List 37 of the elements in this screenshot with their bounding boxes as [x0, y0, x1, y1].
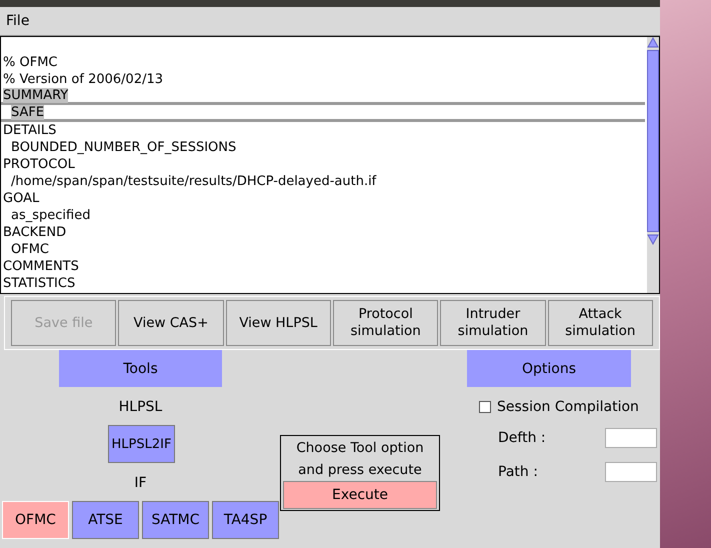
action-button[interactable]: Attack simulation — [548, 300, 653, 346]
output-line: COMMENTS — [3, 259, 79, 274]
checkbox-label: Session Compilation — [497, 399, 639, 415]
execute-button[interactable]: Execute — [283, 481, 437, 509]
output-line: BOUNDED_NUMBER_OF_SESSIONS — [11, 140, 236, 155]
output-line: OFMC — [11, 242, 50, 257]
scroll-thumb[interactable] — [647, 50, 659, 232]
execute-hint: Choose Tool option and press execute — [295, 439, 425, 480]
action-button[interactable]: Intruder simulation — [440, 300, 546, 346]
backend-button[interactable]: SATMC — [142, 501, 209, 539]
backend-button[interactable]: OFMC — [2, 501, 69, 539]
field-label: Path : — [497, 464, 539, 480]
output-label: IF — [133, 475, 148, 493]
output-line: % OFMC — [3, 55, 58, 70]
translator-button[interactable]: HLPSL2IF — [108, 425, 175, 463]
backend-button[interactable]: ATSE — [72, 501, 139, 539]
output-line: % Version of 2006/02/13 — [3, 72, 164, 87]
tools-header: Tools — [59, 350, 222, 387]
options-header: Options — [467, 350, 631, 387]
action-button[interactable]: View HLPSL — [226, 300, 331, 346]
backend-button[interactable]: TA4SP — [212, 501, 279, 539]
output-line: /home/span/span/testsuite/results/DHCP-delayed-auth.if — [11, 174, 376, 189]
field-label: Defth : — [497, 430, 547, 446]
action-button[interactable]: Protocol simulation — [332, 300, 438, 346]
menu-item[interactable]: File — [6, 13, 30, 29]
checkbox[interactable] — [479, 401, 491, 413]
output-line: STATISTICS — [3, 276, 76, 291]
output-line: PROTOCOL — [3, 157, 75, 172]
output-line: DETAILS — [3, 123, 56, 138]
input-field[interactable] — [605, 462, 657, 482]
scrollbar[interactable] — [647, 37, 659, 293]
action-button[interactable]: View CAS+ — [118, 300, 224, 346]
output-line: BACKEND — [3, 225, 66, 240]
output-line: GOAL — [3, 191, 40, 206]
input-field[interactable] — [605, 428, 657, 448]
input-label: HLPSL — [118, 399, 164, 417]
output-line: as_specified — [11, 208, 90, 223]
